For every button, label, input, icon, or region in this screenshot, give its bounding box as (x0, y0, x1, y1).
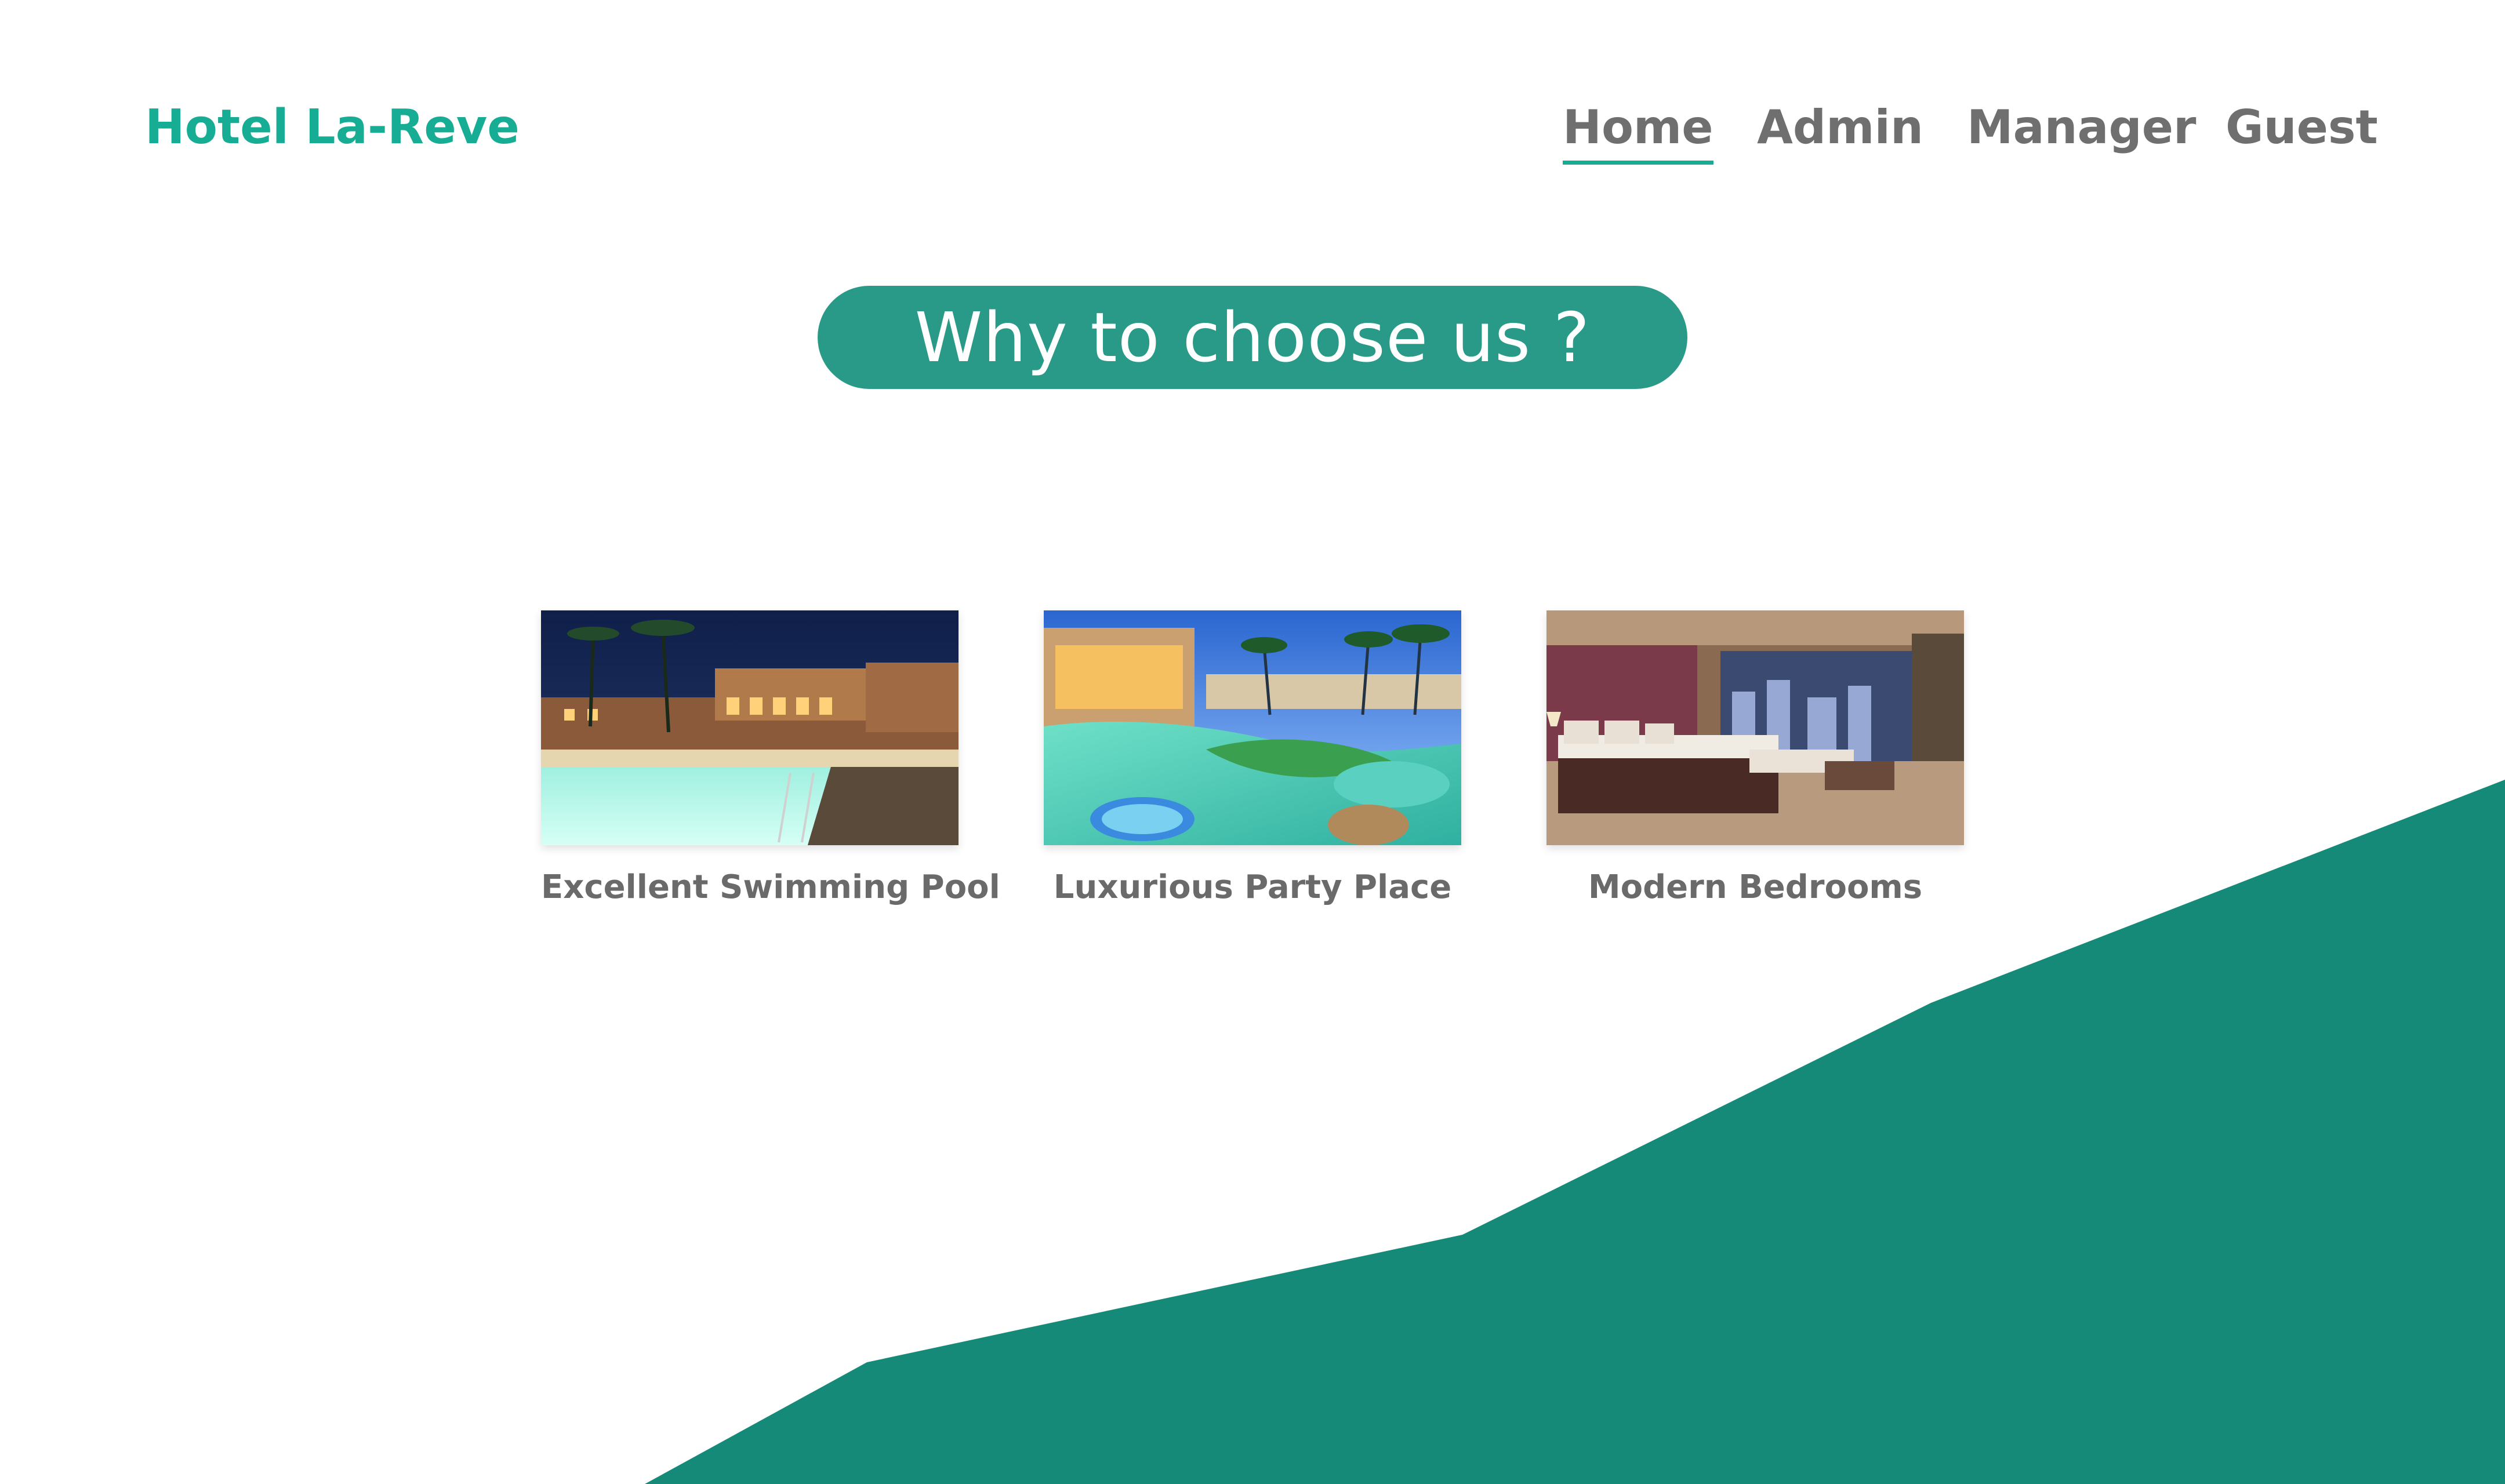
feature-card-party-place: Luxurious Party Place (1044, 610, 1461, 908)
swimming-pool-photo (541, 610, 959, 845)
nav-guest-link[interactable]: Guest (2226, 99, 2378, 157)
feature-card-bedrooms: Modern Bedrooms (1546, 610, 1964, 908)
feature-label: Modern Bedrooms (1588, 868, 1923, 906)
site-header: Hotel La-Reve Home Admin Manager Guest (0, 0, 2505, 191)
party-place-photo (1044, 610, 1461, 845)
nav-home-link[interactable]: Home (1563, 99, 1713, 165)
main-nav: Home Admin Manager Guest (0, 99, 2505, 174)
nav-admin-link[interactable]: Admin (1757, 99, 1923, 157)
feature-card-swimming-pool: Excellent Swimming Pool (541, 610, 1000, 908)
nav-manager-link[interactable]: Manager (1967, 99, 2197, 157)
feature-label: Luxurious Party Place (1053, 868, 1452, 906)
section-heading-pill: Why to choose us ? (818, 286, 1687, 389)
feature-label: Excellent Swimming Pool (541, 868, 1000, 906)
bedroom-photo (1546, 610, 1964, 845)
section-heading: Why to choose us ? (914, 297, 1591, 377)
